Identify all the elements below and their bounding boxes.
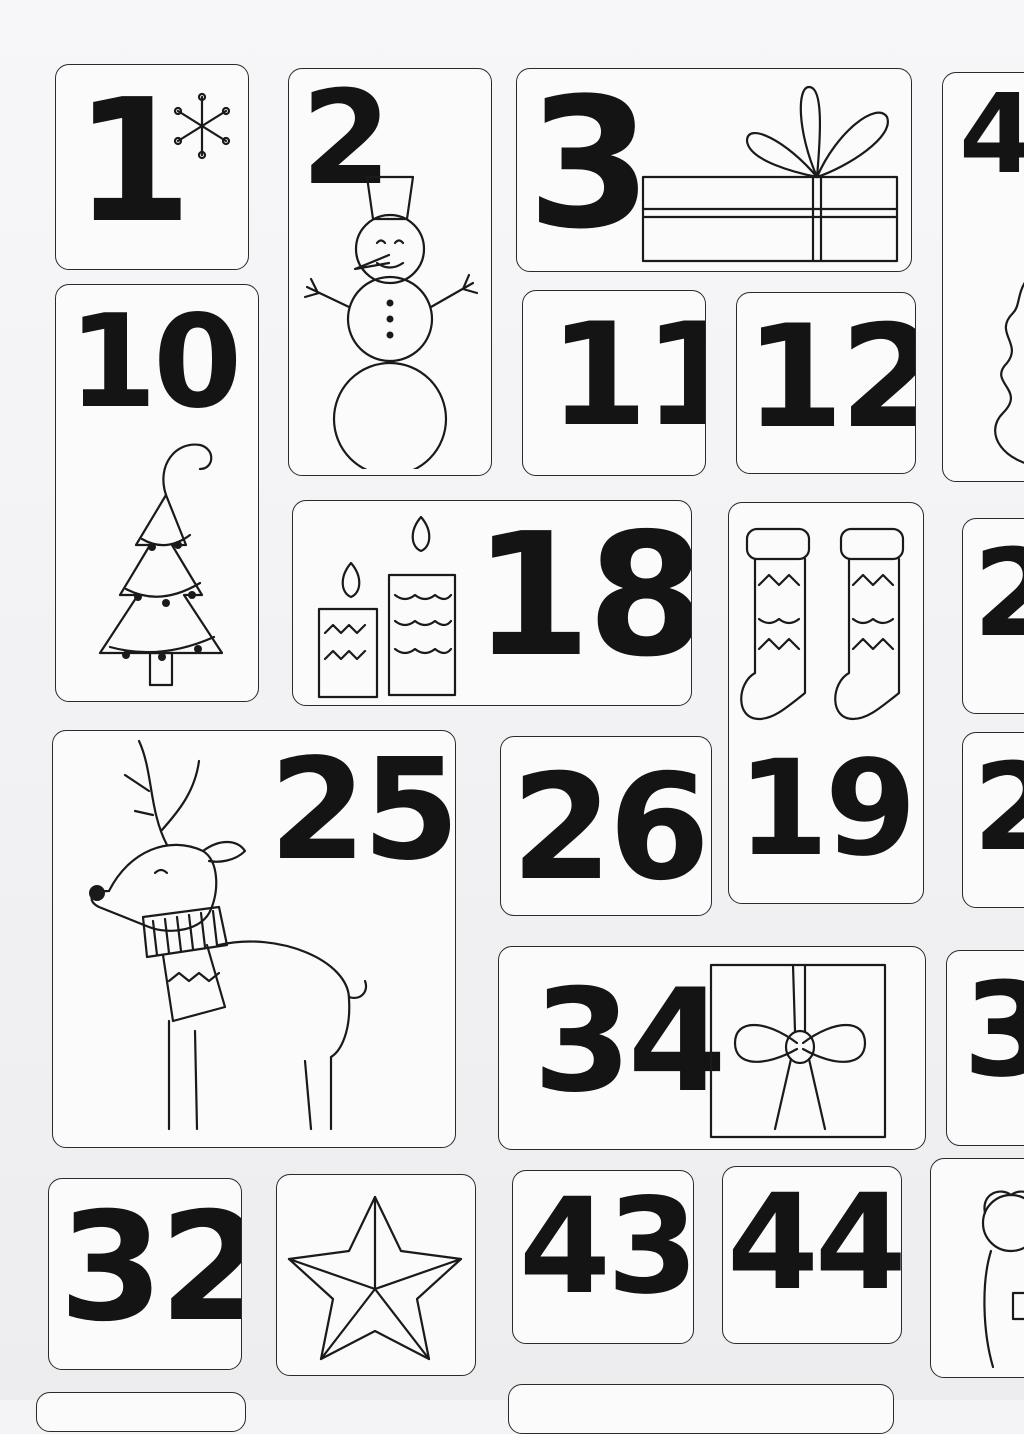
day-number: 34 <box>533 959 727 1124</box>
calendar-tile-12: 12 <box>736 292 916 474</box>
calendar-tile-43: 43 <box>512 1170 694 1344</box>
calendar-tile-32: 32 <box>48 1178 242 1370</box>
candles-icon <box>317 515 457 699</box>
day-number: 11 <box>549 293 705 458</box>
calendar-tile-2: 2 <box>288 68 492 476</box>
day-number: 32 <box>59 1181 242 1355</box>
calendar-tile-4: 4 <box>942 72 1024 482</box>
day-number: 19 <box>737 732 917 886</box>
stockings-icon <box>740 527 905 721</box>
calendar-tile-2y: 2 <box>962 732 1024 908</box>
calendar-tile-star <box>276 1174 476 1376</box>
day-number: 18 <box>473 500 692 695</box>
calendar-tile-26: 26 <box>500 736 712 916</box>
calendar-tile-25: 25 <box>52 730 456 1148</box>
calendar-tile-44: 44 <box>722 1166 902 1344</box>
calendar-tile-11: 11 <box>522 290 706 476</box>
day-number: 3 <box>963 965 1024 1095</box>
day-number: 2 <box>973 535 1024 655</box>
calendar-tile-bottom-middle <box>508 1384 894 1434</box>
snowflake-icon <box>173 92 231 160</box>
tree-outline-icon <box>994 282 1024 464</box>
calendar-tile-1: 1 <box>55 64 249 270</box>
day-number: 2 <box>973 749 1024 869</box>
calendar-tile-bear <box>930 1158 1024 1378</box>
day-number: 26 <box>511 743 710 913</box>
calendar-tile-2x: 2 <box>962 518 1024 714</box>
day-number: 10 <box>68 288 242 437</box>
reindeer-icon <box>89 739 368 1131</box>
calendar-tile-10: 10 <box>55 284 259 702</box>
calendar-tile-bottom-left <box>36 1392 246 1432</box>
snowman-icon <box>303 175 479 469</box>
day-number: 43 <box>519 1170 694 1324</box>
day-number: 12 <box>745 295 916 460</box>
day-number: 4 <box>959 79 1024 189</box>
calendar-tile-stockings: 19 <box>728 502 924 904</box>
calendar-tile-3: 3 <box>516 68 912 272</box>
christmas-tree-icon <box>98 443 224 687</box>
day-number: 3 <box>527 68 652 269</box>
bear-icon <box>981 1190 1024 1369</box>
calendar-tile-3x: 3 <box>946 950 1024 1146</box>
gift-box-icon <box>641 85 899 263</box>
present-bow-icon <box>709 963 887 1139</box>
star-icon <box>287 1195 463 1361</box>
day-number: 44 <box>727 1166 902 1320</box>
calendar-tile-34: 34 <box>498 946 926 1150</box>
calendar-tile-18: 18 <box>292 500 692 706</box>
